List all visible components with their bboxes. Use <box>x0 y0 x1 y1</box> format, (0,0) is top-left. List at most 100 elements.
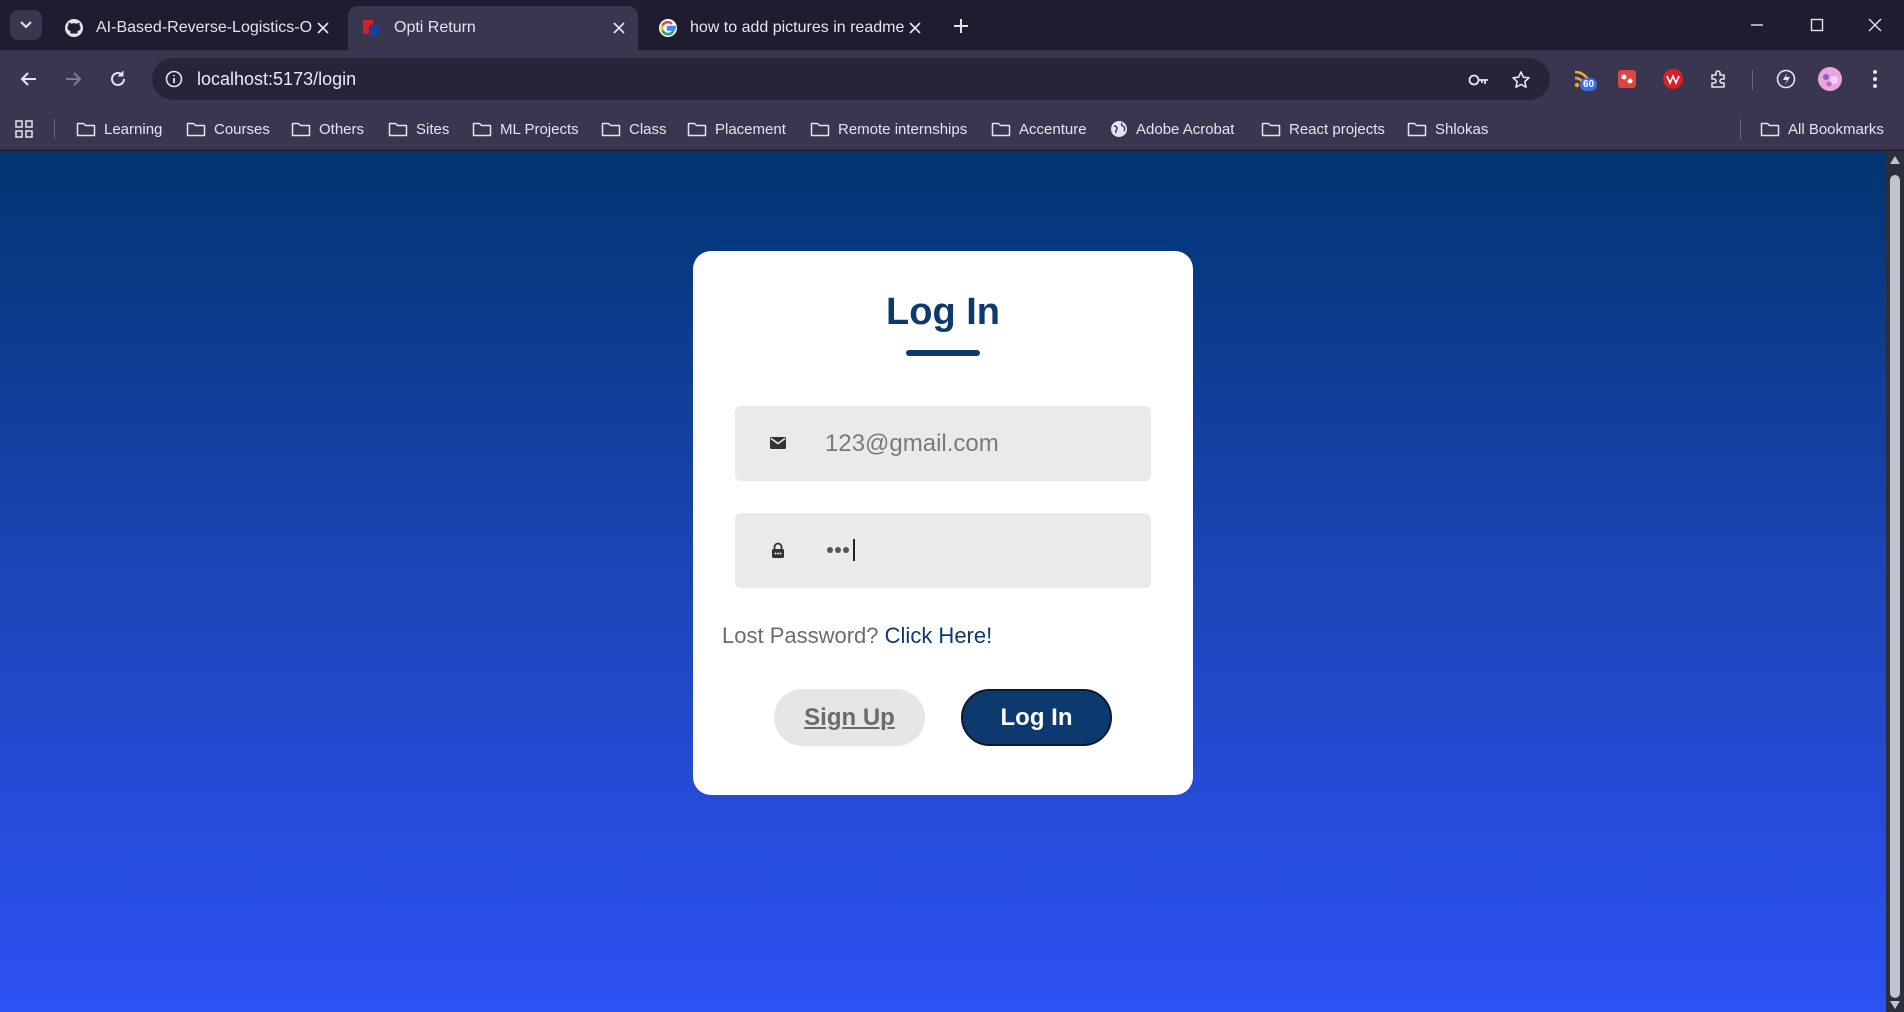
extension-badge: 60 <box>1580 78 1598 91</box>
page-scrollbar[interactable] <box>1886 151 1904 1012</box>
profile-avatar[interactable] <box>1815 64 1845 94</box>
bookmark-link[interactable]: Adobe Acrobat <box>1110 114 1234 144</box>
scroll-up-icon[interactable] <box>1890 155 1900 165</box>
folder-icon <box>601 122 621 137</box>
plus-icon <box>954 19 968 33</box>
tab-google[interactable]: how to add pictures in readme <box>644 6 934 50</box>
bookmark-label: Accenture <box>1019 120 1087 138</box>
login-title: Log In <box>886 291 1000 333</box>
page-viewport: Log In Lost Password? Click Here! Sign U… <box>0 151 1886 1012</box>
puzzle-icon <box>1711 70 1725 88</box>
arrow-right-icon <box>66 72 82 86</box>
bookmark-label: Placement <box>715 120 786 138</box>
tab-title: Opti Return <box>394 19 476 36</box>
password-key-icon[interactable] <box>1466 67 1492 93</box>
bookmarks-bar: Learning Courses Others Sites ML Project… <box>0 108 1904 150</box>
folder-icon <box>1760 122 1780 137</box>
tab-search-button[interactable] <box>10 10 42 40</box>
google-icon <box>658 18 678 38</box>
scrollbar-thumb[interactable] <box>1890 175 1900 998</box>
avatar <box>1818 67 1842 91</box>
login-card: Log In Lost Password? Click Here! Sign U… <box>693 251 1193 795</box>
red-extension-button[interactable] <box>1612 64 1642 94</box>
tab-close-icon[interactable] <box>608 17 630 39</box>
bookmark-label: Others <box>319 120 365 138</box>
apps-grid-icon <box>15 120 33 138</box>
email-input[interactable] <box>825 406 1135 481</box>
bookmark-folder[interactable]: Others <box>291 114 364 144</box>
bookmark-label: Adobe Acrobat <box>1136 120 1235 138</box>
tab-github[interactable]: AI-Based-Reverse-Logistics-Optimization <box>50 6 342 50</box>
password-field[interactable] <box>735 513 1151 588</box>
lightning-icon <box>1776 69 1796 89</box>
reload-button[interactable] <box>103 64 133 94</box>
browser-toolbar: localhost:5173/login 60 <box>0 50 1904 108</box>
apps-button[interactable] <box>14 114 42 144</box>
folder-icon <box>687 122 707 137</box>
tab-close-icon[interactable] <box>312 17 334 39</box>
address-bar[interactable]: localhost:5173/login <box>152 58 1550 100</box>
bookmark-folder[interactable]: Remote internships <box>810 114 967 144</box>
text-caret <box>853 539 855 561</box>
bookmark-label: Shlokas <box>1435 120 1489 138</box>
vw-logo-icon <box>1663 69 1683 89</box>
tab-title: AI-Based-Reverse-Logistics-Optimization <box>96 19 312 36</box>
tab-close-icon[interactable] <box>904 17 926 39</box>
toolbar-separator <box>1752 70 1753 90</box>
bookmark-label: ML Projects <box>500 120 579 138</box>
bookmark-folder[interactable]: Shlokas <box>1407 114 1488 144</box>
folder-icon <box>291 122 311 137</box>
bookmark-label: Class <box>629 120 667 138</box>
email-field[interactable] <box>735 406 1151 481</box>
extensions-button[interactable] <box>1704 64 1734 94</box>
log-in-button[interactable]: Log In <box>961 689 1112 746</box>
globe-icon <box>1111 121 1127 137</box>
bookmark-folder[interactable]: React projects <box>1261 114 1385 144</box>
bookmark-folder[interactable]: Placement <box>687 114 786 144</box>
reload-icon <box>111 71 125 86</box>
bookmark-folder[interactable]: Sites <box>388 114 449 144</box>
envelope-icon <box>769 434 787 452</box>
bookmark-label: Remote internships <box>838 120 968 138</box>
folder-icon <box>810 122 830 137</box>
tab-opti-return[interactable]: Opti Return <box>348 6 638 50</box>
bookmark-folder[interactable]: Courses <box>186 114 270 144</box>
bookmark-label: Learning <box>104 120 163 138</box>
site-info-icon[interactable] <box>162 67 186 91</box>
chevron-down-icon <box>20 21 32 29</box>
new-tab-button[interactable] <box>948 13 974 39</box>
bookmark-folder[interactable]: Accenture <box>991 114 1087 144</box>
forward-button[interactable] <box>58 64 88 94</box>
title-underline <box>906 350 980 356</box>
rss-extension-button[interactable]: 60 <box>1568 64 1598 94</box>
star-icon[interactable] <box>1508 67 1534 93</box>
folder-icon <box>472 122 492 137</box>
bookmark-label: Courses <box>214 120 270 138</box>
url-text: localhost:5173/login <box>197 69 357 89</box>
bookmarks-separator <box>1740 119 1741 139</box>
all-bookmarks-button[interactable]: All Bookmarks <box>1760 114 1884 144</box>
bookmark-folder[interactable]: Class <box>601 114 667 144</box>
back-button[interactable] <box>14 64 44 94</box>
folder-icon <box>388 122 408 137</box>
password-input[interactable] <box>827 538 855 562</box>
tab-title: how to add pictures in readme <box>690 19 904 36</box>
bookmark-folder[interactable]: ML Projects <box>472 114 579 144</box>
lost-password-text: Lost Password? <box>722 623 879 648</box>
scroll-down-icon[interactable] <box>1890 1000 1900 1010</box>
folder-icon <box>991 122 1011 137</box>
bookmark-folder[interactable]: Learning <box>76 114 162 144</box>
performance-button[interactable] <box>1771 64 1801 94</box>
bookmarks-separator <box>54 119 55 139</box>
close-window-button[interactable] <box>1852 8 1898 42</box>
minimize-button[interactable] <box>1734 8 1780 42</box>
bookmark-label: React projects <box>1289 120 1385 138</box>
folder-icon <box>1261 122 1281 137</box>
opti-return-logo-icon <box>362 18 382 38</box>
vw-extension-button[interactable] <box>1658 64 1688 94</box>
maximize-button[interactable] <box>1794 8 1840 42</box>
reset-password-link[interactable]: Click Here! <box>885 623 993 648</box>
browser-menu-button[interactable] <box>1860 64 1890 94</box>
close-icon <box>1868 18 1882 32</box>
sign-up-button[interactable]: Sign Up <box>774 689 925 746</box>
